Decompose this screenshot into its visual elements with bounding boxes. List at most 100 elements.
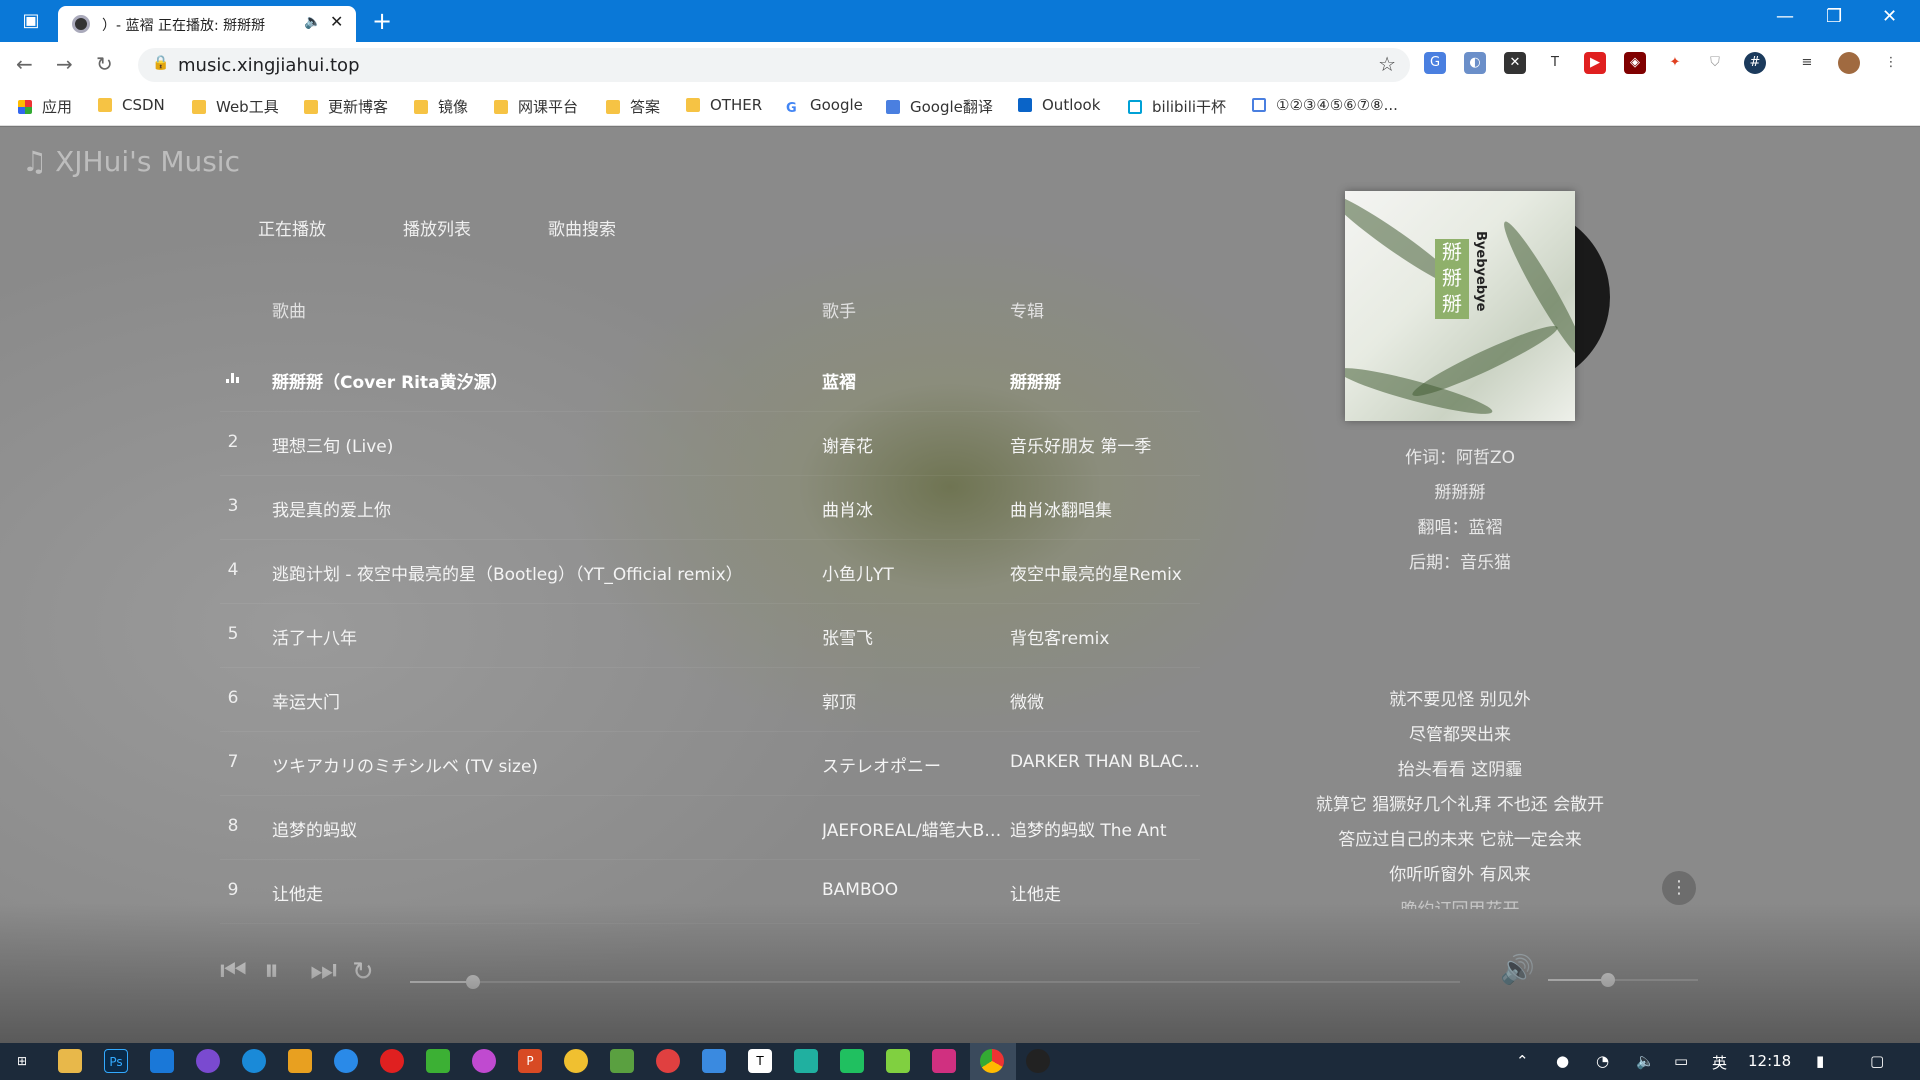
bookmark-star-icon[interactable]: ☆	[1378, 52, 1396, 76]
bookmark-item[interactable]: G Google	[786, 96, 863, 116]
battery-icon[interactable]: ▭	[1674, 1052, 1688, 1070]
browser-tab[interactable]: ）- 蓝褶 正在播放: 掰掰掰 🔈 ✕	[58, 6, 356, 42]
row-song[interactable]: 掰掰掰（Cover Rita黄汐源）	[272, 368, 812, 393]
app-icon[interactable]	[702, 1049, 726, 1073]
bookmark-item[interactable]: Web工具	[192, 96, 279, 117]
progress-handle[interactable]	[466, 975, 480, 989]
row-album[interactable]: 掰掰掰	[1010, 368, 1200, 393]
playlist-row[interactable]: 掰掰掰（Cover Rita黄汐源） 蓝褶 掰掰掰	[220, 348, 1200, 412]
qq-icon[interactable]	[1026, 1049, 1050, 1073]
repeat-icon[interactable]: ↻	[352, 957, 374, 987]
row-album[interactable]: 背包客remix	[1010, 624, 1200, 649]
row-artist[interactable]: 小鱼儿YT	[822, 560, 1002, 585]
powerpoint-icon[interactable]: P	[518, 1049, 542, 1073]
row-album[interactable]: 让他走	[1010, 880, 1200, 905]
row-album[interactable]: 微微	[1010, 688, 1200, 713]
tab-audio-icon[interactable]: 🔈	[304, 14, 321, 30]
ext-text-icon[interactable]: T	[1544, 52, 1566, 74]
row-artist[interactable]: ステレオポニー	[822, 752, 1002, 777]
playlist-row[interactable]: 6 幸运大门 郭顶 微微	[220, 668, 1200, 732]
row-artist[interactable]: 蓝褶	[822, 368, 1002, 393]
ext-hash-icon[interactable]: #	[1744, 52, 1766, 74]
row-artist[interactable]: JAEFOREAL/蜡笔大Bo...	[822, 816, 1002, 841]
row-song[interactable]: ツキアカリのミチシルベ (TV size)	[272, 752, 812, 777]
wifi-icon[interactable]: ◔	[1596, 1052, 1609, 1070]
webstorm-icon[interactable]	[794, 1049, 818, 1073]
ime-indicator[interactable]: 英	[1712, 1052, 1727, 1073]
bookmark-item[interactable]: ①②③④⑤⑥⑦⑧...	[1252, 96, 1398, 114]
ext-x-icon[interactable]: ✕	[1504, 52, 1526, 74]
tab-close-icon[interactable]: ✕	[330, 12, 343, 31]
row-artist[interactable]: 曲肖冰	[822, 496, 1002, 521]
row-song[interactable]: 让他走	[272, 880, 812, 905]
netease-music-icon[interactable]	[380, 1049, 404, 1073]
bookmark-item[interactable]: 更新博客	[304, 96, 388, 117]
progress-bar[interactable]	[410, 975, 1460, 989]
back-icon[interactable]: ←	[16, 52, 33, 76]
app-icon[interactable]	[472, 1049, 496, 1073]
bookmark-item[interactable]: 答案	[606, 96, 660, 117]
clion-icon[interactable]	[840, 1049, 864, 1073]
row-song[interactable]: 追梦的蚂蚁	[272, 816, 812, 841]
row-album[interactable]: 音乐好朋友 第一季	[1010, 432, 1200, 457]
album-cover[interactable]: 掰掰掰 Byebyebye	[1345, 191, 1575, 421]
app-icon[interactable]	[610, 1049, 634, 1073]
typora-icon[interactable]: T	[748, 1049, 772, 1073]
more-options-icon[interactable]: ⋮	[1662, 871, 1696, 905]
playlist-row[interactable]: 9 让他走 BAMBOO 让他走	[220, 860, 1200, 924]
forward-icon[interactable]: →	[56, 52, 73, 76]
app-tray-icon[interactable]: ▮	[1816, 1052, 1824, 1070]
bookmark-item[interactable]: 网课平台	[494, 96, 578, 117]
bookmark-item[interactable]: Google翻译	[886, 96, 993, 117]
menu-song-search[interactable]: 歌曲搜索	[548, 215, 616, 240]
bookmark-item[interactable]: 镜像	[414, 96, 468, 117]
row-album[interactable]: DARKER THAN BLACK...	[1010, 752, 1200, 772]
bookmark-item[interactable]: bilibili干杯	[1128, 96, 1226, 117]
reload-icon[interactable]: ↻	[96, 52, 113, 76]
row-album[interactable]: 追梦的蚂蚁 The Ant	[1010, 816, 1200, 841]
menu-playlist[interactable]: 播放列表	[403, 215, 471, 240]
row-song[interactable]: 理想三旬 (Live)	[272, 432, 812, 457]
app-icon[interactable]	[656, 1049, 680, 1073]
app-icon[interactable]	[150, 1049, 174, 1073]
app-icon[interactable]	[288, 1049, 312, 1073]
youtube-ext-icon[interactable]: ▶	[1584, 52, 1606, 74]
app-icon[interactable]	[564, 1049, 588, 1073]
menu-dots-icon[interactable]: ⋮	[1880, 52, 1902, 74]
row-song[interactable]: 我是真的爱上你	[272, 496, 812, 521]
volume-icon[interactable]: 🔊	[1500, 953, 1535, 986]
row-artist[interactable]: 郭顶	[822, 688, 1002, 713]
app-icon[interactable]	[334, 1049, 358, 1073]
bookmark-item[interactable]: OTHER	[686, 96, 762, 114]
next-icon[interactable]: ⏭	[310, 953, 337, 988]
file-explorer-icon[interactable]	[58, 1049, 82, 1073]
new-tab-icon[interactable]: +	[372, 6, 392, 36]
row-song[interactable]: 逃跑计划 - 夜空中最亮的星（Bootleg）（YT_Official remi…	[272, 560, 812, 585]
bookmark-item[interactable]: 应用	[18, 96, 72, 117]
ext-shield-icon[interactable]: ⛉	[1704, 52, 1726, 74]
intellij-icon[interactable]	[932, 1049, 956, 1073]
tray-qq-icon[interactable]: ●	[1556, 1052, 1569, 1070]
row-song[interactable]: 幸运大门	[272, 688, 812, 713]
playlist-row[interactable]: 7 ツキアカリのミチシルベ (TV size) ステレオポニー DARKER THAN…	[220, 732, 1200, 796]
bookmark-item[interactable]: Outlook	[1018, 96, 1100, 114]
bookmark-item[interactable]: CSDN	[98, 96, 165, 114]
row-song[interactable]: 活了十八年	[272, 624, 812, 649]
app-icon[interactable]	[196, 1049, 220, 1073]
profile-avatar[interactable]	[1838, 52, 1860, 74]
playlist-row[interactable]: 8 追梦的蚂蚁 JAEFOREAL/蜡笔大Bo... 追梦的蚂蚁 The Ant	[220, 796, 1200, 860]
menu-now-playing[interactable]: 正在播放	[258, 215, 326, 240]
reading-list-icon[interactable]: ≡	[1796, 52, 1818, 74]
bilibili-tv-icon[interactable]: ▣	[18, 8, 44, 34]
volume-handle[interactable]	[1601, 973, 1615, 987]
playlist-row[interactable]: 2 理想三旬 (Live) 谢春花 音乐好朋友 第一季	[220, 412, 1200, 476]
playlist-row[interactable]: 4 逃跑计划 - 夜空中最亮的星（Bootleg）（YT_Official rem…	[220, 540, 1200, 604]
volume-slider[interactable]	[1548, 973, 1698, 987]
app-icon[interactable]	[242, 1049, 266, 1073]
restore-icon[interactable]: ❐	[1826, 6, 1842, 27]
wechat-icon[interactable]	[426, 1049, 450, 1073]
row-artist[interactable]: 谢春花	[822, 432, 1002, 457]
chrome-icon[interactable]	[980, 1049, 1004, 1073]
tray-expand-icon[interactable]: ⌃	[1516, 1052, 1529, 1070]
ext-share-icon[interactable]: ✦	[1664, 52, 1686, 74]
